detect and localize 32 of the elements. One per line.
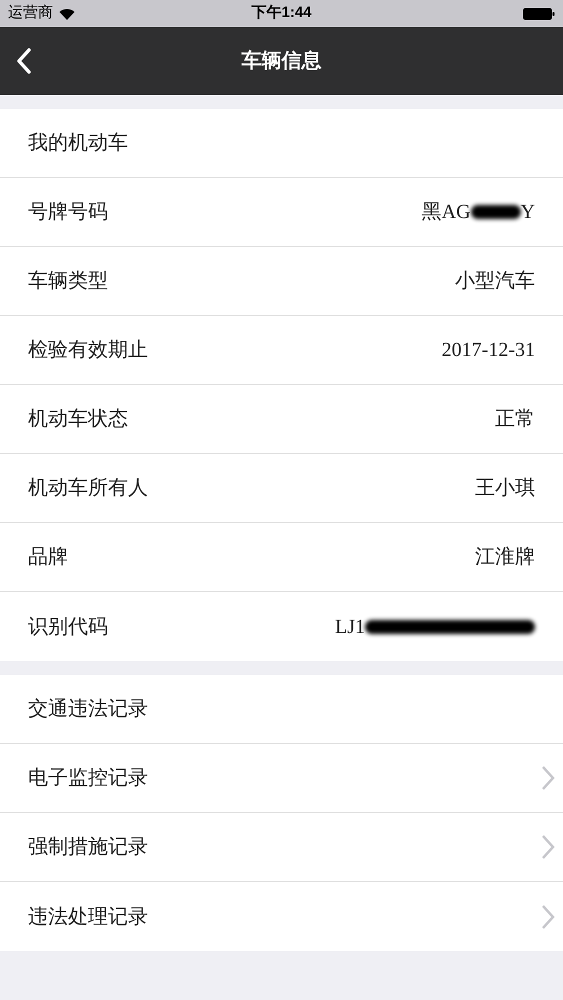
list-item[interactable]: 电子监控记录 xyxy=(0,744,563,813)
list-item[interactable]: 强制措施记录 xyxy=(0,813,563,882)
row-label: 车辆类型 xyxy=(28,269,108,294)
row-label: 我的机动车 xyxy=(28,131,128,156)
row-value: Y xyxy=(520,200,535,225)
row-value: 江淮牌 xyxy=(475,545,535,570)
battery-icon xyxy=(523,6,555,20)
row-label: 交通违法记录 xyxy=(28,697,148,722)
row-label: 机动车所有人 xyxy=(28,476,148,501)
back-icon xyxy=(16,48,32,74)
list-item[interactable]: 违法处理记录 xyxy=(0,882,563,951)
chevron-right-icon xyxy=(541,904,555,930)
carrier-label: 运营商 xyxy=(8,3,53,24)
chevron-right-icon xyxy=(541,765,555,791)
row-value: 黑AG xyxy=(422,200,471,225)
row-label: 机动车状态 xyxy=(28,407,128,432)
nav-title: 车辆信息 xyxy=(242,48,322,74)
row-label: 检验有效期止 xyxy=(28,338,148,363)
row-value: 2017-12-31 xyxy=(442,338,535,363)
row-value: LJ1 xyxy=(335,614,365,640)
row-value: 正常 xyxy=(495,407,535,432)
chevron-right-icon xyxy=(541,834,555,860)
row-value: 小型汽车 xyxy=(455,269,535,294)
status-time: 下午1:44 xyxy=(251,3,312,24)
wifi-icon xyxy=(59,8,75,20)
row-label: 识别代码 xyxy=(28,614,108,640)
row-label: 品牌 xyxy=(28,545,68,570)
row-label: 违法处理记录 xyxy=(28,904,148,930)
row-value: 王小琪 xyxy=(475,476,535,501)
row-label: 强制措施记录 xyxy=(28,835,148,860)
row-label: 号牌号码 xyxy=(28,200,108,225)
row-label: 电子监控记录 xyxy=(28,766,148,791)
